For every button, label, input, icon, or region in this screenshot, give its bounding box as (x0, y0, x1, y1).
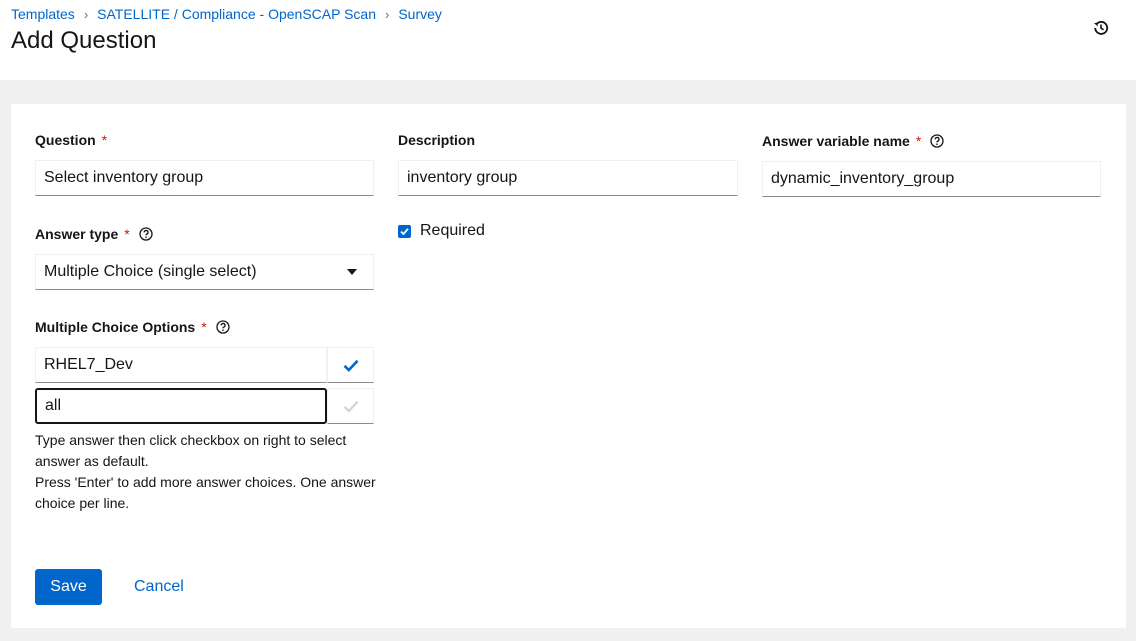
answer-type-label: Answer type * (35, 225, 153, 243)
history-icon[interactable] (1091, 18, 1111, 38)
required-checkbox-label: Required (420, 222, 485, 239)
cancel-button[interactable]: Cancel (122, 569, 196, 605)
required-indicator: * (101, 132, 108, 148)
default-choice-check-button[interactable] (327, 347, 374, 383)
required-indicator: * (201, 319, 207, 335)
choice-option-input[interactable] (35, 347, 327, 383)
choice-option-row (35, 347, 374, 383)
page-title: Add Question (11, 27, 157, 54)
choice-option-row (35, 388, 374, 424)
breadcrumb-templates[interactable]: Templates (11, 6, 75, 22)
breadcrumb-separator: › (385, 7, 390, 22)
save-button[interactable]: Save (35, 569, 102, 605)
breadcrumb-separator: › (83, 7, 89, 22)
question-form-card: Question * Description Answer variable n… (11, 104, 1126, 628)
required-indicator: * (915, 133, 922, 149)
breadcrumb-template[interactable]: SATELLITE / Compliance - OpenSCAP Scan (97, 6, 376, 22)
answer-type-select[interactable]: Multiple Choice (single select) (35, 254, 374, 290)
breadcrumb-survey[interactable]: Survey (398, 6, 442, 22)
variable-name-input[interactable] (762, 161, 1101, 197)
description-label: Description (398, 132, 476, 148)
required-checkbox-row[interactable]: Required (398, 222, 485, 240)
caret-down-icon (347, 269, 357, 275)
help-icon[interactable] (139, 227, 153, 241)
question-input[interactable] (35, 160, 374, 196)
choice-option-input[interactable] (35, 388, 327, 424)
breadcrumb: Templates › SATELLITE / Compliance - OpenS… (11, 5, 442, 24)
required-checkbox[interactable] (398, 224, 411, 238)
choice-helper-text: Type answer then click checkbox on right… (35, 432, 376, 511)
description-input[interactable] (398, 160, 738, 196)
question-label: Question * (35, 132, 108, 148)
choice-options-label: Multiple Choice Options * (35, 318, 230, 336)
variable-name-label: Answer variable name * (762, 132, 944, 150)
required-indicator: * (124, 226, 130, 242)
default-choice-check-button[interactable] (327, 388, 374, 424)
page-header: Templates › SATELLITE / Compliance - OpenS… (0, 0, 1136, 80)
help-icon[interactable] (930, 134, 944, 148)
answer-type-value: Multiple Choice (single select) (44, 263, 257, 280)
help-icon[interactable] (216, 320, 230, 334)
